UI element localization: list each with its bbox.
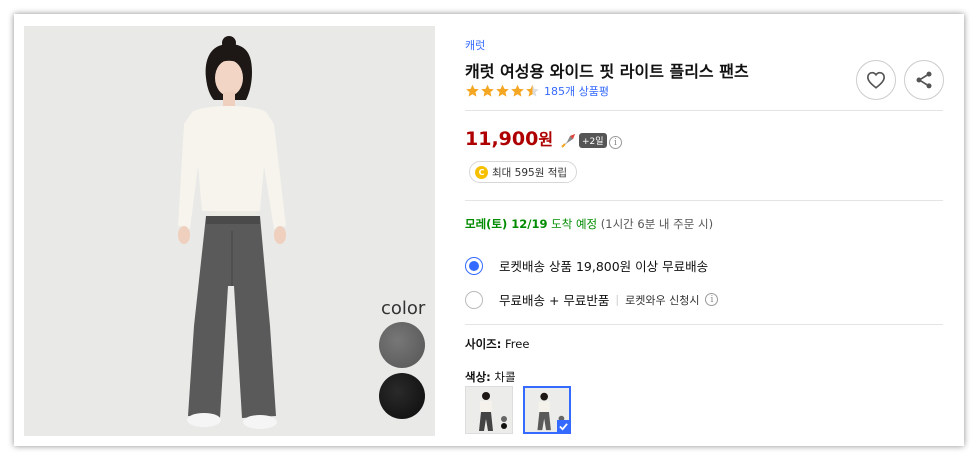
star-icon bbox=[496, 84, 509, 97]
rating-row[interactable]: 185개 상품평 bbox=[465, 83, 609, 99]
star-icon bbox=[481, 84, 494, 97]
shipping-option-rocket[interactable]: 로켓배송 상품 19,800원 이상 무료배송 bbox=[465, 256, 708, 275]
info-icon[interactable]: i bbox=[609, 136, 622, 149]
plus-days-badge: +2일 bbox=[579, 133, 607, 148]
thumbnail-image bbox=[479, 392, 507, 431]
color-thumbnail-selected[interactable] bbox=[523, 386, 571, 434]
shipping-option-label: 로켓배송 상품 19,800원 이상 무료배송 bbox=[499, 259, 709, 274]
size-label: 사이즈: bbox=[465, 337, 502, 351]
divider bbox=[465, 110, 943, 111]
delivery-date: 모레(토) 12/19 bbox=[465, 217, 548, 231]
heart-icon bbox=[866, 71, 886, 89]
radio-unselected[interactable] bbox=[465, 290, 483, 309]
brand-link[interactable]: 캐럿 bbox=[465, 37, 485, 53]
price: 11,900원 bbox=[465, 126, 553, 150]
shipping-option-sub: 로켓와우 신청시 bbox=[625, 293, 700, 307]
separator: | bbox=[615, 293, 620, 306]
size-row: 사이즈: Free bbox=[465, 336, 529, 352]
half-star-icon bbox=[526, 84, 539, 97]
product-image[interactable]: color bbox=[24, 26, 435, 436]
divider bbox=[465, 200, 943, 201]
swatch-label: color bbox=[381, 298, 426, 319]
color-thumbnail[interactable] bbox=[465, 386, 513, 434]
product-panel: color 캐럿 캐럿 여성용 와이드 핏 라이트 플리스 팬츠 185개 상품… bbox=[14, 14, 964, 446]
delivery-estimate: 모레(토) 12/19 도착 예정 (1시간 6분 내 주문 시) bbox=[465, 216, 713, 232]
rocket-icon bbox=[561, 133, 575, 148]
star-rating bbox=[465, 84, 540, 98]
product-title: 캐럿 여성용 와이드 핏 라이트 플리스 팬츠 bbox=[465, 62, 749, 81]
color-row: 색상: 차콜 bbox=[465, 369, 516, 385]
checkmark-icon bbox=[557, 420, 569, 432]
share-button[interactable] bbox=[904, 60, 944, 100]
color-value: 차콜 bbox=[494, 370, 516, 384]
model-illustration bbox=[178, 36, 286, 429]
shipping-option-label: 무료배송 + 무료반품 bbox=[499, 293, 610, 308]
shipping-option-free[interactable]: 무료배송 + 무료반품 | 로켓와우 신청시 i bbox=[465, 290, 719, 309]
rocket-delivery-badge: +2일 bbox=[561, 133, 607, 148]
delivery-arrive: 도착 예정 bbox=[551, 217, 598, 231]
cashback-badge: C 최대 595원 적립 bbox=[469, 161, 578, 183]
review-count-link[interactable]: 185개 상품평 bbox=[544, 83, 609, 99]
star-icon bbox=[466, 84, 479, 97]
star-icon bbox=[511, 84, 524, 97]
price-unit: 원 bbox=[538, 130, 554, 149]
share-icon bbox=[916, 71, 932, 89]
gray-swatch bbox=[379, 322, 425, 368]
size-value: Free bbox=[505, 337, 530, 351]
coin-icon: C bbox=[475, 165, 488, 179]
product-info: 캐럿 캐럿 여성용 와이드 핏 라이트 플리스 팬츠 185개 상품평 11,9… bbox=[464, 14, 954, 446]
price-value: 11,900 bbox=[465, 128, 539, 150]
wishlist-button[interactable] bbox=[856, 60, 896, 100]
radio-selected[interactable] bbox=[465, 256, 483, 275]
black-swatch bbox=[379, 373, 425, 419]
color-label: 색상: bbox=[465, 370, 491, 384]
delivery-cutoff: (1시간 6분 내 주문 시) bbox=[600, 217, 714, 231]
info-icon[interactable]: i bbox=[705, 293, 719, 306]
divider bbox=[465, 324, 943, 325]
cashback-text: 최대 595원 적립 bbox=[492, 166, 568, 179]
